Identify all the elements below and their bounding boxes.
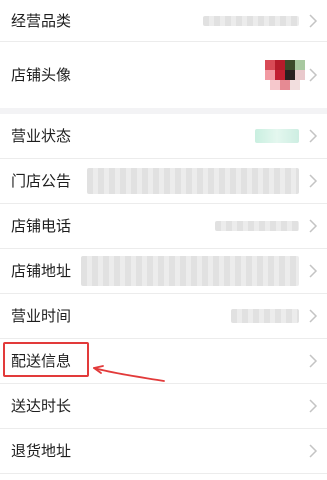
store-basic-section: 经营品类 店铺头像 — [0, 0, 327, 108]
row-business-hours[interactable]: 营业时间 — [0, 294, 327, 339]
chevron-right-icon — [309, 354, 318, 368]
store-phone-value — [215, 221, 299, 231]
row-label: 营业时间 — [11, 307, 72, 325]
row-label: 店铺地址 — [11, 262, 72, 280]
row-label: 送达时长 — [11, 397, 72, 415]
chevron-right-icon — [309, 129, 318, 143]
chevron-right-icon — [309, 264, 318, 278]
row-label: 门店公告 — [11, 172, 72, 190]
business-category-value — [203, 15, 299, 26]
store-avatar[interactable] — [265, 55, 305, 95]
business-hours-value — [231, 309, 299, 323]
row-return-address[interactable]: 退货地址 — [0, 429, 327, 474]
row-business-status[interactable]: 营业状态 — [0, 114, 327, 159]
annotation-arrow-icon — [93, 365, 165, 382]
row-store-avatar[interactable]: 店铺头像 — [0, 42, 327, 108]
row-label: 店铺电话 — [11, 217, 72, 235]
store-notice-value — [87, 168, 299, 194]
row-label: 营业状态 — [11, 127, 72, 145]
row-label: 经营品类 — [11, 11, 72, 30]
row-label: 退货地址 — [11, 442, 72, 460]
row-delivery-duration[interactable]: 送达时长 — [0, 384, 327, 429]
chevron-right-icon — [309, 219, 318, 233]
store-address-value — [81, 256, 299, 286]
row-label: 店铺头像 — [11, 66, 72, 84]
chevron-right-icon — [309, 444, 318, 458]
delivery-info-highlight-box — [3, 342, 89, 377]
row-store-notice[interactable]: 门店公告 — [0, 159, 327, 204]
row-store-address[interactable]: 店铺地址 — [0, 249, 327, 294]
chevron-right-icon — [309, 68, 318, 82]
row-business-category[interactable]: 经营品类 — [0, 0, 327, 42]
chevron-right-icon — [309, 174, 318, 188]
business-status-value — [255, 129, 299, 143]
store-info-section: 营业状态 门店公告 店铺电话 店铺地址 营业时间 配送信息 送达时长 退货地址 — [0, 114, 327, 480]
chevron-right-icon — [309, 309, 318, 323]
chevron-right-icon — [309, 399, 318, 413]
row-store-phone[interactable]: 店铺电话 — [0, 204, 327, 249]
chevron-right-icon — [309, 13, 318, 28]
